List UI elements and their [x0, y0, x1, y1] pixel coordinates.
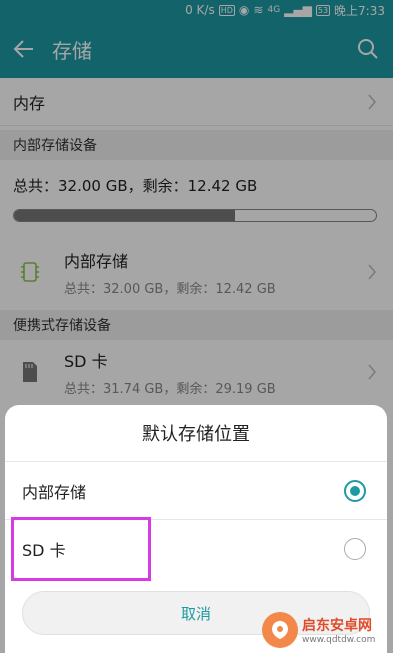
watermark: 启东安卓网 www.qdtdw.com [262, 606, 393, 653]
radio-unselected-icon[interactable] [344, 537, 366, 560]
radio-selected-icon[interactable] [344, 479, 366, 502]
dialog-title: 默认存储位置 [142, 424, 250, 445]
option-label: SD 卡 [22, 540, 66, 560]
option-label: 内部存储 [22, 482, 87, 502]
option-sd-card[interactable]: SD 卡 [5, 519, 387, 577]
watermark-url: www.qdtdw.com [302, 634, 376, 645]
watermark-logo-icon [262, 611, 298, 648]
option-internal-storage[interactable]: 内部存储 [5, 461, 387, 519]
watermark-title: 启东安卓网 [302, 617, 372, 634]
